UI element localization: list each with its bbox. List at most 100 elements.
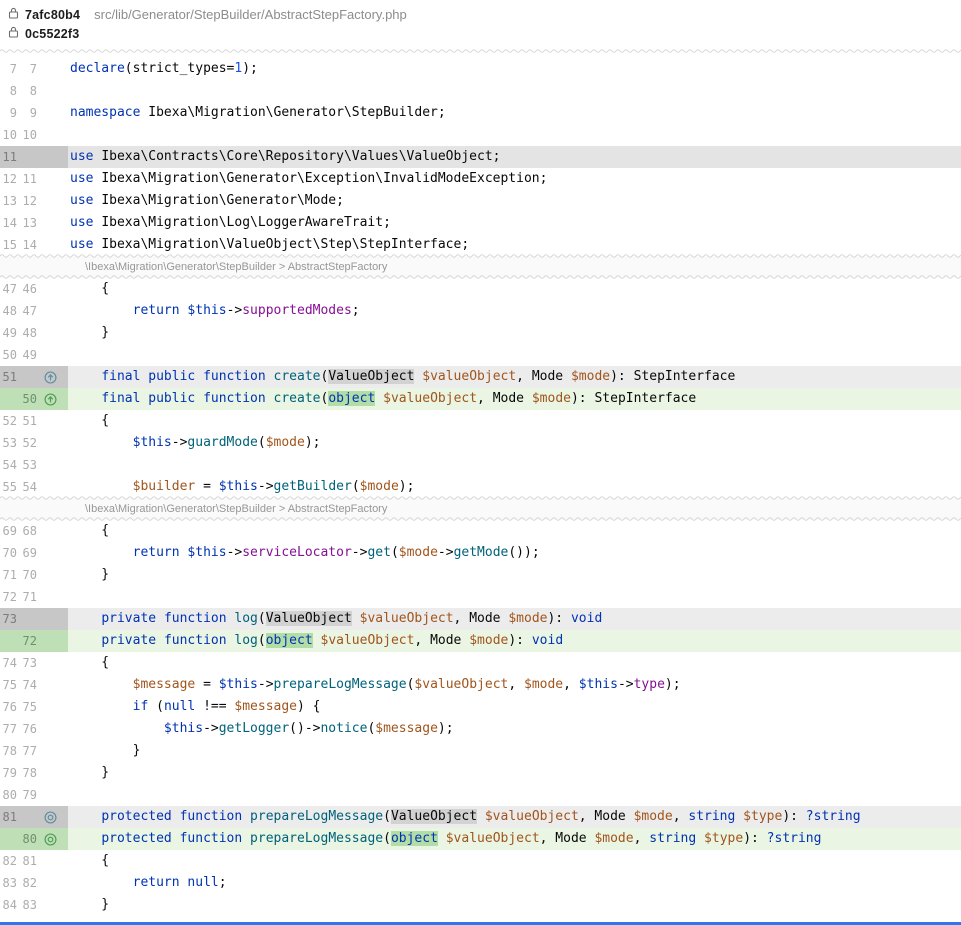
line-number-old: 75 bbox=[0, 674, 17, 696]
diff-line[interactable]: 7170 } bbox=[0, 564, 961, 586]
diff-line[interactable]: 1010 bbox=[0, 124, 961, 146]
implements-icon[interactable] bbox=[43, 370, 57, 384]
diff-line[interactable]: 4847 return $this->supportedModes; bbox=[0, 300, 961, 322]
gutter: 8483 bbox=[0, 894, 68, 916]
diff-line[interactable]: 7473 { bbox=[0, 652, 961, 674]
line-number-old: 82 bbox=[0, 850, 17, 872]
line-number-new: 69 bbox=[20, 542, 37, 564]
line-number-old: 73 bbox=[0, 608, 17, 630]
diff-rows: 77declare(strict_types=1);8899namespace … bbox=[0, 58, 961, 916]
commit-hash-a[interactable]: 7afc80b4 bbox=[25, 8, 80, 22]
line-number-new: 12 bbox=[20, 190, 37, 212]
diff-line[interactable]: 4746 { bbox=[0, 278, 961, 300]
diff-line[interactable]: 73 private function log(ValueObject $val… bbox=[0, 608, 961, 630]
line-number-old: 49 bbox=[0, 322, 17, 344]
line-number-new: 71 bbox=[20, 586, 37, 608]
gutter-spacer bbox=[43, 854, 57, 868]
collapsed-region-separator[interactable]: \Ibexa\Migration\Generator\StepBuilder >… bbox=[0, 256, 961, 278]
lock-icon bbox=[8, 6, 19, 24]
top-wave-separator bbox=[0, 44, 961, 58]
gutter: 7978 bbox=[0, 762, 68, 784]
code-line: return $this->serviceLocator->get($mode-… bbox=[68, 542, 961, 564]
gutter: 8382 bbox=[0, 872, 68, 894]
commit-hash-b[interactable]: 0c5522f3 bbox=[25, 27, 79, 41]
gutter: 8079 bbox=[0, 784, 68, 806]
gutter: 7877 bbox=[0, 740, 68, 762]
diff-line[interactable]: 11 use Ibexa\Contracts\Core\Repository\Va… bbox=[0, 146, 961, 168]
gutter-spacer bbox=[43, 62, 57, 76]
code-line: final public function create(ValueObject… bbox=[68, 366, 961, 388]
diff-line[interactable]: 1312use Ibexa\Migration\Generator\Mode; bbox=[0, 190, 961, 212]
code-line bbox=[68, 80, 961, 102]
gutter: 7574 bbox=[0, 674, 68, 696]
diff-line[interactable]: 8483 } bbox=[0, 894, 961, 916]
gutter: 73 bbox=[0, 608, 68, 630]
code-line: { bbox=[68, 410, 961, 432]
code-line: $message = $this->prepareLogMessage($val… bbox=[68, 674, 961, 696]
gutter: 4847 bbox=[0, 300, 68, 322]
implements-icon[interactable] bbox=[43, 392, 57, 406]
diff-line[interactable]: 5352 $this->guardMode($mode); bbox=[0, 432, 961, 454]
line-number-old: 9 bbox=[0, 102, 17, 124]
diff-line[interactable]: 5453 bbox=[0, 454, 961, 476]
line-number-old: 70 bbox=[0, 542, 17, 564]
code-line: use Ibexa\Contracts\Core\Repository\Valu… bbox=[68, 146, 961, 168]
diff-line[interactable]: 7776 $this->getLogger()->notice($message… bbox=[0, 718, 961, 740]
code-line: return null; bbox=[68, 872, 961, 894]
diff-line[interactable]: 81 protected function prepareLogMessage(… bbox=[0, 806, 961, 828]
diff-line[interactable]: 72 private function log(object $valueObj… bbox=[0, 630, 961, 652]
lock-icon bbox=[8, 25, 19, 43]
diff-line[interactable]: 88 bbox=[0, 80, 961, 102]
gutter: 88 bbox=[0, 80, 68, 102]
line-number-new: 7 bbox=[20, 58, 37, 80]
diff-line[interactable]: 50 final public function create(object $… bbox=[0, 388, 961, 410]
line-number-new: 75 bbox=[20, 696, 37, 718]
gutter-spacer bbox=[43, 172, 57, 186]
diff-line[interactable]: 4948 } bbox=[0, 322, 961, 344]
line-number-new: 81 bbox=[20, 850, 37, 872]
line-number-new: 78 bbox=[20, 762, 37, 784]
diff-line[interactable]: 5049 bbox=[0, 344, 961, 366]
gutter: 5049 bbox=[0, 344, 68, 366]
diff-line[interactable]: 1211use Ibexa\Migration\Generator\Except… bbox=[0, 168, 961, 190]
line-number-old: 11 bbox=[0, 146, 17, 168]
overridden-icon[interactable] bbox=[43, 810, 57, 824]
line-number-old: 71 bbox=[0, 564, 17, 586]
diff-viewer: 7afc80b4 src/lib/Generator/StepBuilder/A… bbox=[0, 0, 961, 925]
line-number-new: 72 bbox=[20, 630, 37, 652]
line-number-new: 13 bbox=[20, 212, 37, 234]
diff-line[interactable]: 77declare(strict_types=1); bbox=[0, 58, 961, 80]
diff-line[interactable]: 7877 } bbox=[0, 740, 961, 762]
overridden-icon[interactable] bbox=[43, 832, 57, 846]
diff-line[interactable]: 8382 return null; bbox=[0, 872, 961, 894]
line-number-old: 79 bbox=[0, 762, 17, 784]
diff-line[interactable]: 80 protected function prepareLogMessage(… bbox=[0, 828, 961, 850]
line-number-new: 74 bbox=[20, 674, 37, 696]
gutter: 7271 bbox=[0, 586, 68, 608]
line-number-old: 48 bbox=[0, 300, 17, 322]
diff-line[interactable]: 5251 { bbox=[0, 410, 961, 432]
diff-line[interactable]: 6968 { bbox=[0, 520, 961, 542]
diff-line[interactable]: 51 final public function create(ValueObj… bbox=[0, 366, 961, 388]
diff-line[interactable]: 99namespace Ibexa\Migration\Generator\St… bbox=[0, 102, 961, 124]
diff-line[interactable]: 7069 return $this->serviceLocator->get($… bbox=[0, 542, 961, 564]
diff-line[interactable]: 8281 { bbox=[0, 850, 961, 872]
code-line: use Ibexa\Migration\Generator\Exception\… bbox=[68, 168, 961, 190]
gutter: 80 bbox=[0, 828, 68, 850]
diff-line[interactable]: 7271 bbox=[0, 586, 961, 608]
line-number-new: 68 bbox=[20, 520, 37, 542]
diff-line[interactable]: 8079 bbox=[0, 784, 961, 806]
diff-line[interactable]: 7574 $message = $this->prepareLogMessage… bbox=[0, 674, 961, 696]
gutter: 8281 bbox=[0, 850, 68, 872]
code-line: declare(strict_types=1); bbox=[68, 58, 961, 80]
gutter: 50 bbox=[0, 388, 68, 410]
collapsed-region-separator[interactable]: \Ibexa\Migration\Generator\StepBuilder >… bbox=[0, 498, 961, 520]
code-line: if (null !== $message) { bbox=[68, 696, 961, 718]
diff-line[interactable]: 7978 } bbox=[0, 762, 961, 784]
line-number-new: 47 bbox=[20, 300, 37, 322]
gutter-spacer bbox=[43, 304, 57, 318]
line-number-new: 82 bbox=[20, 872, 37, 894]
gutter-spacer bbox=[43, 128, 57, 142]
diff-line[interactable]: 7675 if (null !== $message) { bbox=[0, 696, 961, 718]
diff-line[interactable]: 1413use Ibexa\Migration\Log\LoggerAwareT… bbox=[0, 212, 961, 234]
